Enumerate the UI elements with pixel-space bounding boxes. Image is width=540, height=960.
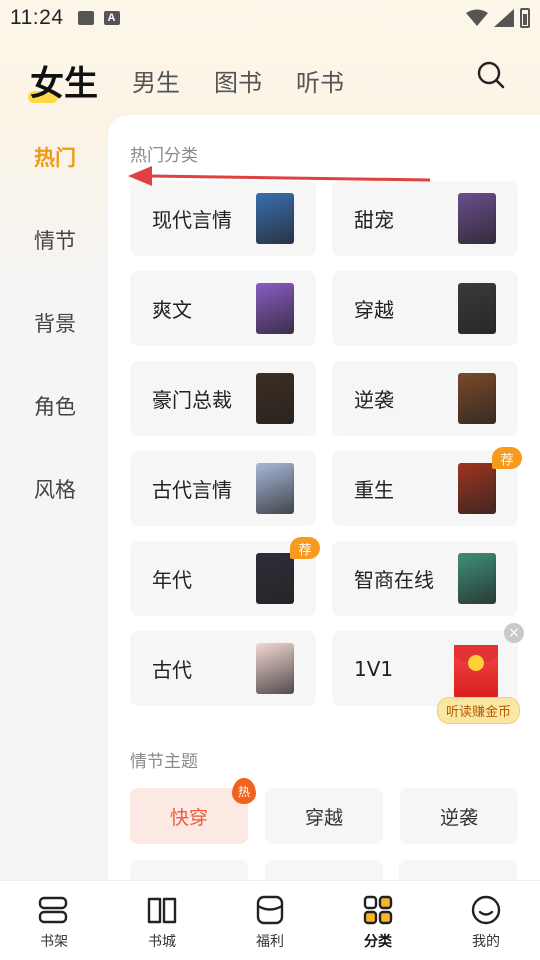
bottom-nav-label: 分类 (364, 934, 392, 950)
category-card[interactable]: 智商在线 (332, 541, 518, 616)
category-label: 逆袭 (354, 388, 394, 412)
top-tab-3[interactable]: 听书 (296, 63, 344, 98)
book-cover-thumbnail (458, 553, 496, 604)
book-open-icon (147, 897, 177, 924)
plot-section-title: 情节主题 (130, 752, 198, 772)
book-cover-thumbnail (256, 283, 294, 334)
category-card[interactable]: 1V1 × 听读赚金币 (332, 623, 524, 724)
close-icon[interactable]: × (504, 623, 524, 643)
recommend-badge: 荐 (290, 537, 320, 559)
plot-chip-label: 逆袭 (439, 806, 478, 829)
red-envelope-icon[interactable] (454, 645, 498, 701)
plot-chip-partial (399, 860, 517, 880)
bottom-nav: 书架 书城 福利 分类 我的 (0, 880, 540, 960)
left-nav: 热门 情节 背景 角色 风格 (0, 115, 108, 530)
bottom-nav-label: 书城 (148, 934, 176, 950)
category-card[interactable]: 穿越 (332, 271, 518, 346)
book-cover-thumbnail (458, 463, 496, 514)
plot-chip[interactable]: 穿越 (265, 788, 383, 844)
bottom-nav-item-2[interactable]: 福利 (216, 881, 324, 960)
category-label: 重生 (354, 478, 394, 502)
category-label: 豪门总裁 (152, 388, 232, 412)
gift-bag-icon (256, 895, 284, 925)
category-card[interactable]: 年代 荐 (130, 537, 320, 616)
top-tabs: 女生 男生 图书 听书 (0, 50, 540, 110)
plot-chip-partial (130, 860, 248, 880)
category-card[interactable]: 古代言情 (130, 451, 316, 526)
plot-chip[interactable]: 快穿 热 (130, 778, 256, 844)
bottom-nav-item-4[interactable]: 我的 (432, 881, 540, 960)
search-icon[interactable] (476, 60, 506, 90)
left-nav-item-3[interactable]: 角色 (0, 364, 108, 447)
category-label: 1V1 (354, 656, 394, 681)
book-cover-thumbnail (256, 463, 294, 514)
book-cover-thumbnail (458, 193, 496, 244)
hot-section-title: 热门分类 (130, 146, 198, 166)
top-tab-1[interactable]: 男生 (132, 63, 180, 98)
category-card[interactable]: 豪门总裁 (130, 361, 316, 436)
bottom-nav-item-3[interactable]: 分类 (324, 881, 432, 960)
status-time: 11:24 (10, 6, 64, 29)
battery-icon (520, 8, 530, 28)
category-label: 爽文 (152, 298, 192, 322)
image-icon (77, 11, 94, 25)
bookshelf-icon (38, 896, 68, 924)
category-card[interactable]: 逆袭 (332, 361, 518, 436)
top-tab-label: 听书 (296, 68, 344, 97)
plot-chip[interactable]: 逆袭 (400, 788, 518, 844)
bottom-nav-label: 我的 (472, 934, 500, 950)
category-label: 年代 (152, 568, 192, 592)
left-nav-item-4[interactable]: 风格 (0, 447, 108, 530)
earn-coins-tag[interactable]: 听读赚金币 (436, 697, 520, 724)
top-tab-0[interactable]: 女生 (28, 56, 98, 105)
top-tab-label: 图书 (214, 68, 262, 97)
book-cover-thumbnail (256, 373, 294, 424)
bottom-nav-item-0[interactable]: 书架 (0, 881, 108, 960)
book-cover-thumbnail (256, 553, 294, 604)
book-cover-thumbnail (458, 283, 496, 334)
hot-flame-badge: 热 (232, 778, 256, 804)
category-card[interactable]: 古代 (130, 631, 316, 706)
grid-icon (363, 895, 393, 925)
category-panel: 热门分类 现代言情 甜宠 爽文 穿越 豪门总裁 逆袭 古代言情 重生荐年代荐智商在线 古代 1V1… (108, 115, 540, 880)
category-label: 穿越 (354, 298, 394, 322)
status-bar: 11:24 A (0, 0, 540, 36)
category-card[interactable]: 现代言情 (130, 181, 316, 256)
plot-chip-partial (265, 860, 383, 880)
recommend-badge: 荐 (492, 447, 522, 469)
book-cover-thumbnail (256, 643, 294, 694)
category-card[interactable]: 甜宠 (332, 181, 518, 256)
category-label: 古代 (152, 658, 192, 682)
left-nav-item-1[interactable]: 情节 (0, 198, 108, 281)
a-icon: A (103, 11, 120, 25)
category-label: 古代言情 (152, 478, 232, 502)
coin-icon (468, 655, 484, 671)
category-label: 智商在线 (354, 568, 434, 592)
wifi-icon (466, 9, 488, 26)
smile-icon (471, 895, 501, 925)
top-tab-2[interactable]: 图书 (214, 63, 262, 98)
category-label: 现代言情 (152, 208, 232, 232)
category-card[interactable]: 重生 荐 (332, 447, 522, 526)
category-card[interactable]: 爽文 (130, 271, 316, 346)
plot-chip-label: 快穿 (169, 806, 208, 829)
plot-chip-label: 穿越 (304, 806, 343, 829)
book-cover-thumbnail (458, 373, 496, 424)
signal-icon (494, 9, 514, 27)
top-tab-label: 男生 (132, 68, 180, 97)
left-nav-item-2[interactable]: 背景 (0, 281, 108, 364)
book-cover-thumbnail (256, 193, 294, 244)
bottom-nav-label: 书架 (40, 934, 68, 950)
top-tab-label: 女生 (30, 63, 98, 104)
left-nav-item-0[interactable]: 热门 (0, 115, 108, 198)
bottom-nav-label: 福利 (256, 934, 284, 950)
bottom-nav-item-1[interactable]: 书城 (108, 881, 216, 960)
category-label: 甜宠 (354, 208, 394, 232)
